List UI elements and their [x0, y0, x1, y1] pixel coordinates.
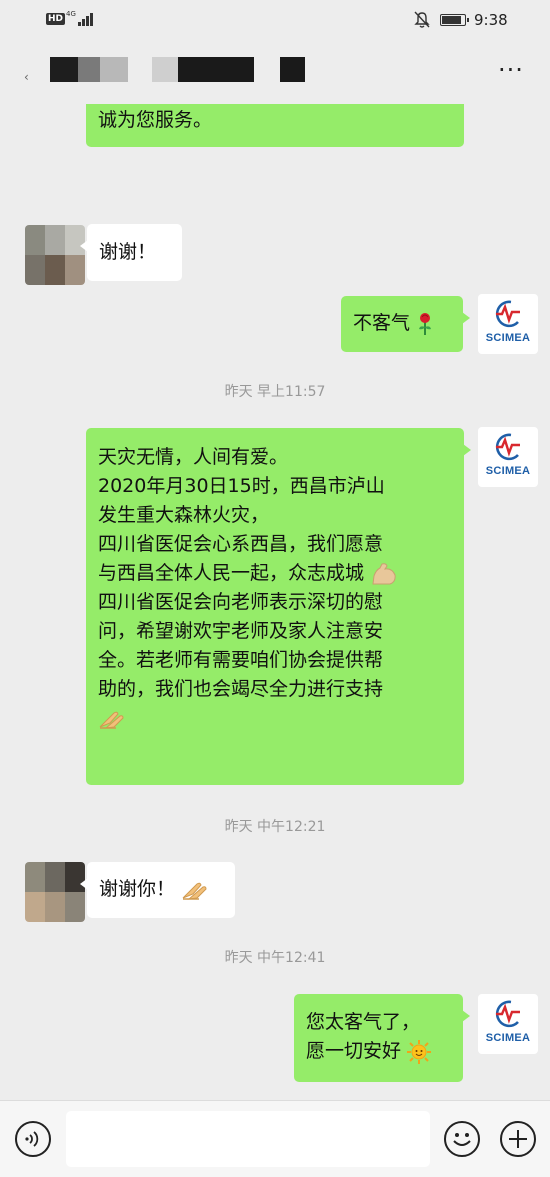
muscle-emoji-icon — [372, 562, 396, 584]
self-avatar[interactable]: SCIMEA — [478, 294, 538, 354]
message-text: 问，希望谢欢宇老师及家人注意安 — [98, 620, 384, 642]
voice-icon — [25, 1131, 39, 1147]
clock: 9:38 — [474, 11, 508, 29]
emoji-button[interactable] — [444, 1121, 480, 1157]
chat-header: ‹ ··· — [0, 40, 550, 104]
logo-text: SCIMEA — [485, 1032, 531, 1044]
signal-icon — [78, 12, 94, 26]
voice-input-button[interactable] — [15, 1121, 51, 1157]
back-icon[interactable]: ‹ — [24, 70, 29, 84]
scimea-logo-icon — [495, 300, 520, 328]
status-bar: HD 4G 9:38 — [0, 0, 550, 40]
rose-emoji-icon — [419, 312, 432, 335]
message-input[interactable] — [66, 1111, 430, 1167]
battery-icon — [440, 14, 469, 26]
message-bubble-self[interactable]: 诚为您服务。 — [86, 104, 464, 147]
self-avatar[interactable]: SCIMEA — [478, 994, 538, 1054]
logo-text: SCIMEA — [485, 465, 531, 477]
message-text: 愿一切安好 — [306, 1040, 402, 1062]
praying-hands-emoji-icon — [182, 882, 207, 900]
sun-emoji-icon — [407, 1039, 432, 1064]
more-options-icon[interactable]: ··· — [498, 58, 524, 82]
message-bubble-self[interactable]: 不客气 — [341, 296, 470, 352]
message-text: 四川省医促会心系西昌，我们愿意 — [98, 533, 384, 555]
timestamp: 昨天 早上11:57 — [224, 384, 326, 400]
message-text: 助的，我们也会竭尽全力进行支持 — [98, 678, 384, 700]
message-text: 诚为您服务。 — [98, 109, 213, 131]
message-text: 与西昌全体人民一起，众志成城 — [98, 562, 365, 584]
message-bubble-self[interactable]: 您太客气了， 愿一切安好 — [294, 994, 470, 1082]
message-bubble-self[interactable]: 天灾无情，人间有爱。 2020年月30日15时，西昌市泸山 发生重大森林火灾， … — [86, 428, 471, 785]
message-text: 不客气 — [353, 312, 411, 334]
contact-avatar[interactable] — [25, 225, 85, 285]
plus-icon[interactable] — [500, 1121, 536, 1157]
message-text: 您太客气了， — [306, 1011, 421, 1033]
hd-badge: HD — [46, 13, 66, 25]
logo-text: SCIMEA — [485, 332, 531, 344]
message-text: 谢谢你！ — [99, 878, 176, 900]
message-text: 2020年月30日15时，西昌市泸山 — [98, 475, 385, 497]
message-bubble-other[interactable]: 谢谢你！ — [80, 862, 235, 918]
network-type: 4G — [66, 10, 76, 18]
self-avatar[interactable]: SCIMEA — [478, 427, 538, 487]
smiley-icon — [453, 1133, 471, 1146]
message-text: 四川省医促会向老师表示深切的慰 — [98, 591, 384, 613]
input-bar — [0, 1100, 550, 1177]
mute-bell-icon — [414, 11, 430, 28]
message-text: 天灾无情，人间有爱。 — [98, 446, 289, 468]
message-text: 全。若老师有需要咱们协会提供帮 — [98, 649, 384, 671]
timestamp: 昨天 中午12:21 — [224, 819, 326, 835]
scimea-logo-icon — [495, 433, 520, 461]
message-text: 发生重大森林火灾， — [98, 504, 270, 526]
praying-hands-emoji-icon — [99, 711, 124, 729]
scimea-logo-icon — [495, 1000, 520, 1028]
timestamp: 昨天 中午12:41 — [224, 950, 326, 966]
contact-avatar[interactable] — [25, 862, 85, 922]
message-text: 谢谢！ — [99, 241, 157, 263]
message-bubble-other[interactable]: 谢谢！ — [80, 224, 182, 281]
